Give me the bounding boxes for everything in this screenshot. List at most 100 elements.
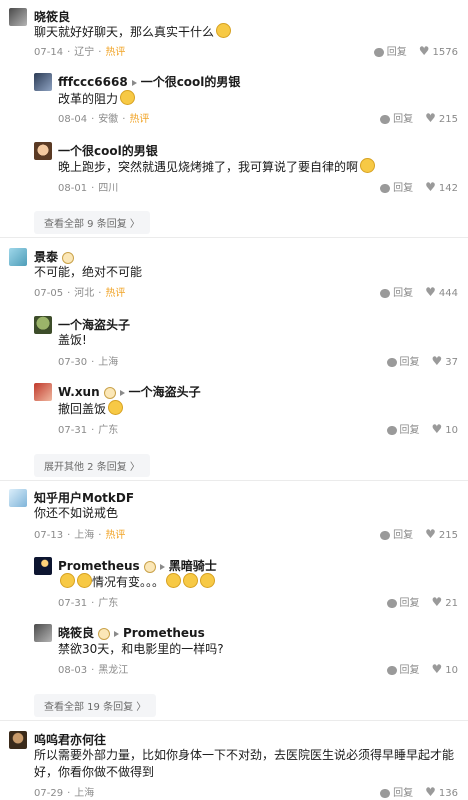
comment-author[interactable]: 呜呜君亦何往 bbox=[34, 731, 106, 748]
emoji-icon bbox=[77, 573, 92, 588]
reply-actions: 回复 ♥ 21 bbox=[386, 594, 458, 609]
emoji-icon bbox=[60, 573, 75, 588]
reply-button[interactable]: 回复 bbox=[400, 425, 420, 436]
avatar[interactable] bbox=[9, 248, 27, 266]
reply-icon[interactable] bbox=[386, 665, 397, 675]
view-all-replies-button[interactable]: 查看全部 19 条回复 〉 bbox=[34, 694, 157, 717]
comment-meta: 07-29 · 上海 bbox=[34, 788, 95, 799]
comment-date: 07-13 bbox=[34, 530, 64, 541]
reply-icon[interactable] bbox=[380, 183, 391, 193]
reply-button[interactable]: 回复 bbox=[400, 357, 420, 368]
reply-arrow-icon bbox=[131, 79, 137, 86]
heart-icon[interactable]: ♥ bbox=[425, 111, 436, 125]
reply-author[interactable]: W.xun bbox=[58, 385, 100, 399]
reply-location: 四川 bbox=[98, 183, 119, 194]
reply-icon[interactable] bbox=[386, 357, 397, 367]
reply-button[interactable]: 回复 bbox=[400, 598, 420, 609]
heart-icon[interactable]: ♥ bbox=[425, 785, 436, 799]
avatar[interactable] bbox=[34, 316, 52, 334]
reply-author[interactable]: 一个海盗头子 bbox=[58, 316, 130, 333]
like-count: 215 bbox=[438, 114, 458, 125]
view-all-replies-button[interactable]: 查看全部 9 条回复 〉 bbox=[34, 211, 150, 234]
reply-actions: 回复 ♥ 10 bbox=[386, 421, 458, 436]
comment-date: 07-14 bbox=[34, 47, 64, 58]
hot-tag: 热评 bbox=[105, 530, 126, 541]
heart-icon[interactable]: ♥ bbox=[432, 662, 443, 676]
reply-actions: 回复 ♥ 215 bbox=[380, 110, 458, 125]
comment-author[interactable]: 景泰 bbox=[34, 250, 58, 264]
emoji-icon bbox=[120, 90, 136, 105]
reply-icon[interactable] bbox=[380, 288, 391, 298]
avatar[interactable] bbox=[9, 731, 27, 749]
reply-button[interactable]: 回复 bbox=[400, 665, 420, 676]
avatar[interactable] bbox=[34, 73, 52, 91]
avatar[interactable] bbox=[34, 624, 52, 642]
heart-icon[interactable]: ♥ bbox=[419, 44, 430, 58]
reply-button[interactable]: 回复 bbox=[387, 47, 407, 58]
like-count: 21 bbox=[445, 598, 458, 609]
like-count: 37 bbox=[445, 357, 458, 368]
reply-button[interactable]: 回复 bbox=[393, 288, 413, 299]
comment-meta: 07-14 · 辽宁 · 热评 bbox=[34, 47, 126, 58]
avatar[interactable] bbox=[9, 489, 27, 507]
avatar[interactable] bbox=[9, 8, 27, 26]
reply-icon[interactable] bbox=[386, 425, 397, 435]
reply-author-line: Prometheus 黑暗骑士 bbox=[58, 557, 217, 574]
heart-icon[interactable]: ♥ bbox=[425, 180, 436, 194]
reply-meta: 08-01 · 四川 bbox=[58, 183, 119, 194]
reply-meta: 07-31 · 广东 bbox=[58, 598, 119, 609]
heart-icon[interactable]: ♥ bbox=[432, 422, 443, 436]
reply-button[interactable]: 回复 bbox=[393, 530, 413, 541]
reply-date: 07-31 bbox=[58, 598, 88, 609]
comment-actions: 回复 ♥ 1576 bbox=[373, 43, 458, 58]
reply-icon[interactable] bbox=[386, 598, 397, 608]
reply-target[interactable]: 一个海盗头子 bbox=[129, 385, 201, 399]
reply-icon[interactable] bbox=[373, 47, 384, 57]
reply-author[interactable]: 晓筱良 bbox=[58, 626, 94, 640]
like-count: 136 bbox=[438, 788, 458, 799]
emoji-icon bbox=[108, 400, 124, 415]
emoji-icon bbox=[166, 573, 182, 588]
reply-date: 08-03 bbox=[58, 665, 88, 676]
reply-icon[interactable] bbox=[380, 788, 391, 798]
reply-button[interactable]: 回复 bbox=[393, 788, 413, 799]
expand-replies-button[interactable]: 展开其他 2 条回复 〉 bbox=[34, 454, 150, 477]
reply-author[interactable]: 一个很cool的男银 bbox=[58, 142, 158, 159]
emoji-icon bbox=[360, 158, 376, 173]
reply-arrow-icon bbox=[159, 563, 165, 570]
reply-actions: 回复 ♥ 37 bbox=[386, 353, 458, 368]
heart-icon[interactable]: ♥ bbox=[425, 527, 436, 541]
hot-tag: 热评 bbox=[129, 114, 150, 125]
reply-date: 08-04 bbox=[58, 114, 88, 125]
comment-location: 辽宁 bbox=[74, 47, 95, 58]
reply-author[interactable]: Prometheus bbox=[58, 559, 140, 573]
hot-tag: 热评 bbox=[105, 288, 126, 299]
reply-meta: 07-31 · 广东 bbox=[58, 425, 119, 436]
reply-target[interactable]: 一个很cool的男银 bbox=[141, 75, 241, 89]
comment-author-line: 景泰 bbox=[34, 248, 75, 265]
reply-location: 黑龙江 bbox=[98, 665, 129, 676]
reply-text-body: 撤回盖饭 bbox=[58, 402, 107, 416]
comment-meta: 07-05 · 河北 · 热评 bbox=[34, 288, 126, 299]
reply-icon[interactable] bbox=[380, 530, 391, 540]
reply-button[interactable]: 回复 bbox=[393, 183, 413, 194]
avatar[interactable] bbox=[34, 383, 52, 401]
verified-badge-icon bbox=[143, 560, 156, 573]
reply-author[interactable]: fffccc6668 bbox=[58, 75, 128, 89]
comment-text: 所以需要外部力量，比如你身体一下不对劲，去医院医生说必须得早睡早起才能好，你看你… bbox=[34, 748, 455, 779]
reply-date: 07-30 bbox=[58, 357, 88, 368]
reply-location: 安徽 bbox=[98, 114, 119, 125]
comment-author[interactable]: 知乎用户MotkDF bbox=[34, 489, 134, 506]
reply-target[interactable]: Prometheus bbox=[123, 626, 205, 640]
reply-meta: 07-30 · 上海 bbox=[58, 357, 119, 368]
avatar[interactable] bbox=[34, 557, 52, 575]
reply-icon[interactable] bbox=[380, 114, 391, 124]
reply-target[interactable]: 黑暗骑士 bbox=[169, 559, 217, 573]
reply-meta: 08-04 · 安徽 · 热评 bbox=[58, 114, 150, 125]
heart-icon[interactable]: ♥ bbox=[432, 595, 443, 609]
reply-button[interactable]: 回复 bbox=[393, 114, 413, 125]
avatar[interactable] bbox=[34, 142, 52, 160]
heart-icon[interactable]: ♥ bbox=[425, 285, 436, 299]
comment-date: 07-29 bbox=[34, 788, 64, 799]
heart-icon[interactable]: ♥ bbox=[432, 354, 443, 368]
